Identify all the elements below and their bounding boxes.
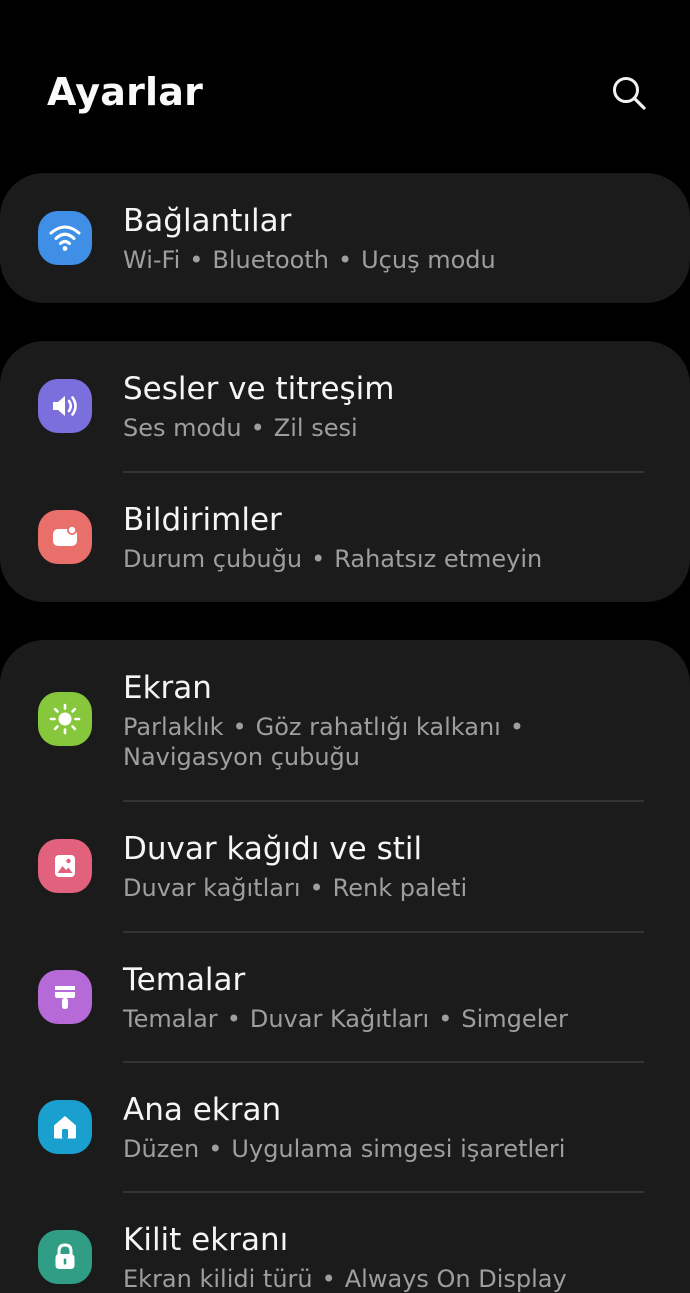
- subtitle-part: Parlaklık: [123, 713, 224, 741]
- settings-group-sound-notifications: Sesler ve titreşim Ses modu • Zil sesi Bil…: [0, 341, 690, 602]
- subtitle-part: Always On Display: [344, 1265, 567, 1293]
- item-title: Kilit ekranı: [123, 1222, 289, 1258]
- item-title: Ana ekran: [123, 1092, 282, 1128]
- wifi-icon: [38, 211, 92, 265]
- item-title: Bildirimler: [123, 502, 282, 538]
- settings-item-notifications[interactable]: Bildirimler Durum çubuğu • Rahatsız etmeyi…: [0, 472, 690, 602]
- subtitle-part: Ses modu: [123, 414, 242, 442]
- item-title: Ekran: [123, 670, 212, 706]
- header: Ayarlar: [0, 0, 690, 175]
- settings-item-sounds[interactable]: Sesler ve titreşim Ses modu • Zil sesi: [0, 341, 690, 471]
- subtitle-part: Simgeler: [461, 1005, 568, 1033]
- speaker-icon: [38, 379, 92, 433]
- item-title: Temalar: [123, 962, 246, 998]
- settings-group-display: Ekran Parlaklık • Göz rahatlığı kalkanı •Na…: [0, 640, 690, 1293]
- settings-item-themes[interactable]: Temalar Temalar • Duvar Kağıtları • Simgeler: [0, 932, 690, 1062]
- brightness-icon: [38, 692, 92, 746]
- home-icon: [38, 1100, 92, 1154]
- wallpaper-icon: [38, 839, 92, 893]
- page-title: Ayarlar: [47, 70, 204, 114]
- subtitle-part: Durum çubuğu: [123, 545, 303, 573]
- settings-group-connections: Bağlantılar Wi-Fi • Bluetooth • Uçuş modu: [0, 173, 690, 303]
- item-subtitle: Parlaklık • Göz rahatlığı kalkanı •Navigasy…: [123, 713, 524, 771]
- settings-item-connections[interactable]: Bağlantılar Wi-Fi • Bluetooth • Uçuş modu: [0, 173, 690, 303]
- subtitle-part: Wi-Fi: [123, 246, 181, 274]
- search-icon: [613, 77, 646, 110]
- item-title: Bağlantılar: [123, 203, 292, 239]
- item-subtitle: Temalar • Duvar Kağıtları • Simgeler: [123, 1005, 568, 1033]
- subtitle-part: Navigasyon çubuğu: [123, 743, 360, 771]
- settings-item-home-screen[interactable]: Ana ekran Düzen • Uygulama simgesi işaretl…: [0, 1062, 690, 1192]
- paint-brush-icon: [38, 970, 92, 1024]
- settings-screen: Ayarlar Bağlantılar Wi-Fi • Bluetooth • Uçuş…: [0, 0, 690, 1293]
- settings-item-lock-screen[interactable]: Kilit ekranı Ekran kilidi türü • Always On…: [0, 1192, 690, 1293]
- subtitle-part: Ekran kilidi türü: [123, 1265, 313, 1293]
- item-subtitle: Duvar kağıtları • Renk paleti: [123, 874, 468, 902]
- search-button[interactable]: [606, 70, 652, 116]
- subtitle-part: Duvar kağıtları: [123, 874, 301, 902]
- item-subtitle: Ekran kilidi türü • Always On Display: [123, 1265, 567, 1293]
- item-subtitle: Wi-Fi • Bluetooth • Uçuş modu: [123, 246, 496, 274]
- item-title: Sesler ve titreşim: [123, 371, 395, 407]
- notification-icon: [38, 510, 92, 564]
- subtitle-part: Temalar: [123, 1005, 218, 1033]
- subtitle-part: Göz rahatlığı kalkanı: [255, 713, 501, 741]
- item-subtitle: Düzen • Uygulama simgesi işaretleri: [123, 1135, 566, 1163]
- subtitle-part: Rahatsız etmeyin: [334, 545, 543, 573]
- item-subtitle: Ses modu • Zil sesi: [123, 414, 358, 442]
- subtitle-part: Uçuş modu: [361, 246, 496, 274]
- subtitle-part: Duvar Kağıtları: [249, 1005, 430, 1033]
- item-subtitle: Durum çubuğu • Rahatsız etmeyin: [123, 545, 543, 573]
- subtitle-part: Uygulama simgesi işaretleri: [231, 1135, 566, 1163]
- subtitle-part: Zil sesi: [273, 414, 358, 442]
- settings-item-display[interactable]: Ekran Parlaklık • Göz rahatlığı kalkanı •Na…: [0, 640, 690, 800]
- settings-item-wallpaper[interactable]: Duvar kağıdı ve stil Duvar kağıtları • Ren…: [0, 801, 690, 931]
- subtitle-part: Renk paleti: [332, 874, 468, 902]
- item-title: Duvar kağıdı ve stil: [123, 831, 423, 867]
- subtitle-part: Düzen: [123, 1135, 200, 1163]
- subtitle-part: Bluetooth: [212, 246, 329, 274]
- lock-icon: [38, 1230, 92, 1284]
